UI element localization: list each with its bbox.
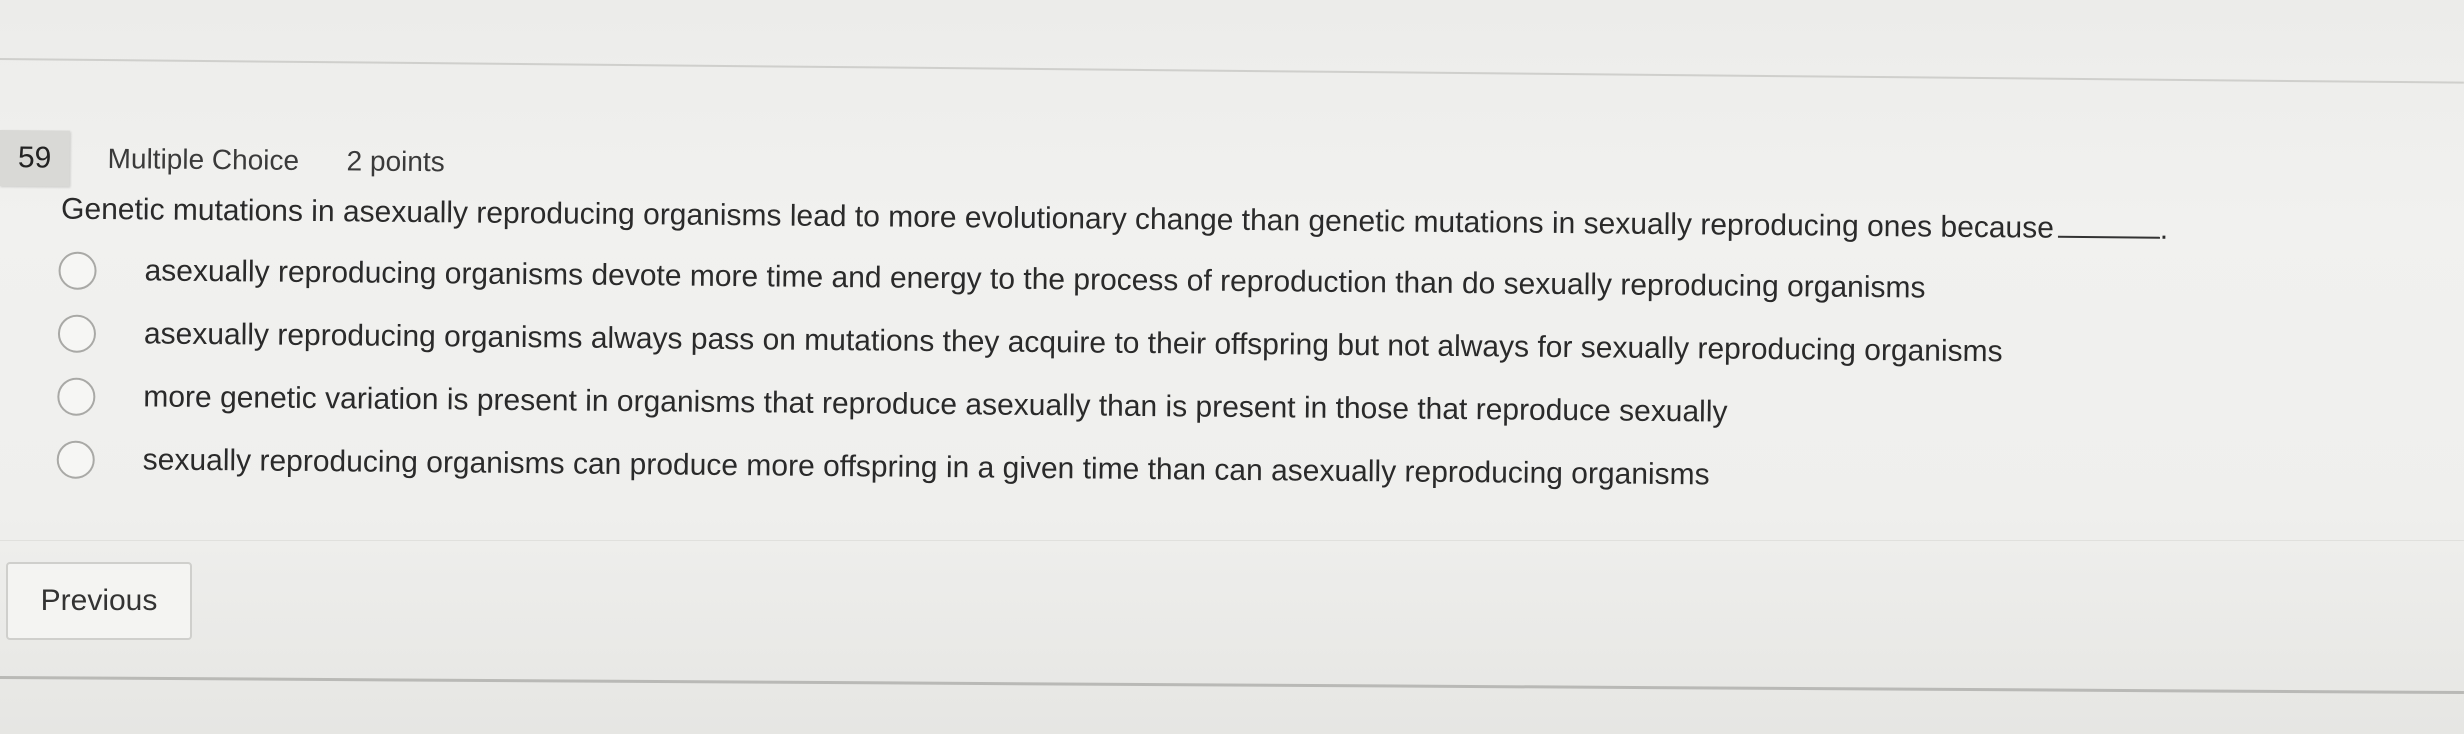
previous-button[interactable]: Previous xyxy=(6,562,192,640)
answer-option-label[interactable]: more genetic variation is present in org… xyxy=(143,380,1727,429)
answer-blank xyxy=(2057,235,2160,239)
content-divider xyxy=(0,540,2464,541)
question-prompt: Genetic mutations in asexually reproduci… xyxy=(61,193,2168,247)
answer-option-label[interactable]: asexually reproducing organisms devote m… xyxy=(144,254,1925,305)
question-block: 59 Multiple Choice 2 points Genetic muta… xyxy=(0,120,2464,584)
question-number-badge: 59 xyxy=(0,129,70,187)
question-points-label: 2 points xyxy=(346,145,445,178)
question-type-label: Multiple Choice xyxy=(107,143,300,176)
question-prompt-suffix: . xyxy=(2159,212,2169,246)
answer-option-2[interactable]: asexually reproducing organisms always p… xyxy=(57,312,2003,375)
radio-button[interactable] xyxy=(58,251,97,290)
radio-button[interactable] xyxy=(57,314,97,353)
answer-option-4[interactable]: sexually reproducing organisms can produ… xyxy=(56,438,1710,498)
radio-button[interactable] xyxy=(57,377,96,416)
question-prompt-text: Genetic mutations in asexually reproduci… xyxy=(60,192,2055,245)
answer-option-label[interactable]: sexually reproducing organisms can produ… xyxy=(143,443,1710,492)
footer-divider xyxy=(0,676,2464,695)
answer-option-3[interactable]: more genetic variation is present in org… xyxy=(57,375,1728,435)
answer-option-1[interactable]: asexually reproducing organisms devote m… xyxy=(58,249,1926,311)
answer-option-label[interactable]: asexually reproducing organisms always p… xyxy=(144,317,2003,369)
radio-button[interactable] xyxy=(56,440,95,479)
header-divider xyxy=(0,58,2464,84)
